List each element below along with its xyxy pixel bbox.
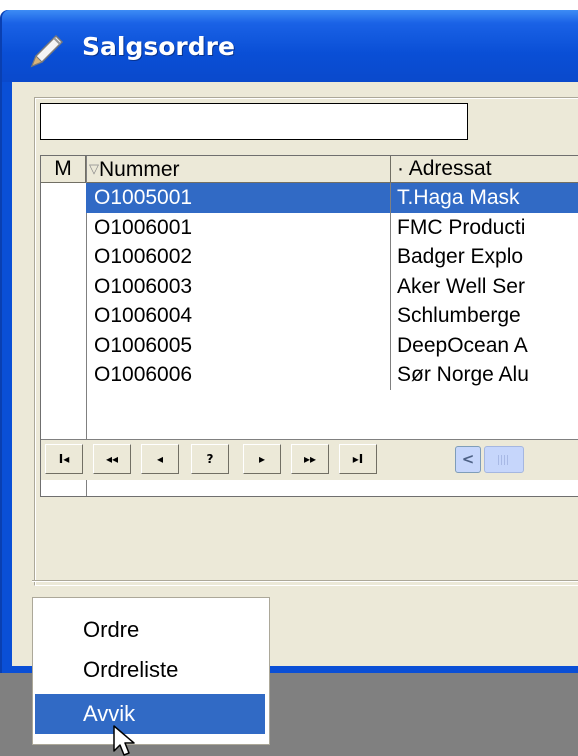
grid-header: M ▽Nummer · Adressat <box>41 156 578 183</box>
cell-adressat: Aker Well Ser <box>397 274 525 298</box>
nav-last-button[interactable]: ▸I <box>339 444 377 474</box>
cell-nummer: O1006005 <box>86 330 391 360</box>
cell-nummer: O1006006 <box>86 360 391 390</box>
cell-adressat: Schlumberge <box>397 304 521 327</box>
pencil-icon <box>30 34 64 68</box>
sort-descending-icon: ▽ <box>89 161 99 176</box>
cell-nummer: O1006003 <box>86 271 391 301</box>
nav-prev-page-button[interactable]: ◂◂ <box>93 444 131 474</box>
table-row[interactable]: O1006004 Schlumberge <box>41 301 578 331</box>
column-header-m[interactable]: M <box>41 156 86 182</box>
column-header-m-label: M <box>54 157 72 180</box>
grip-icon <box>498 455 510 465</box>
nav-next-page-button[interactable]: ▸▸ <box>291 444 329 474</box>
column-header-adressat-prefix: · <box>397 157 404 180</box>
search-input[interactable] <box>40 103 468 140</box>
nav-prev-button[interactable]: ◂ <box>141 444 179 474</box>
table-row[interactable]: O1006006 Sør Norge Alu <box>41 360 578 390</box>
cell-adressat: DeepOcean A <box>397 333 528 357</box>
cell-nummer: O1005001 <box>86 183 391 213</box>
cell-adressat: Sør Norge Alu <box>397 363 529 386</box>
record-navigator: I◂ ◂◂ ◂ ? ▸ ▸▸ ▸I < <box>41 439 578 480</box>
scroll-left-button[interactable]: < <box>455 446 481 473</box>
nav-find-button[interactable]: ? <box>191 444 229 474</box>
title-bar[interactable]: Salgsordre <box>2 10 578 82</box>
table-row[interactable]: O1006001 FMC Producti <box>41 212 578 242</box>
table-row[interactable]: O1006002 Badger Explo <box>41 242 578 272</box>
cell-adressat: FMC Producti <box>397 215 526 239</box>
context-menu: Ordre Ordreliste Avvik <box>32 597 270 745</box>
column-header-adressat[interactable]: · Adressat <box>391 156 578 182</box>
cell-adressat: T.Haga Mask <box>391 183 578 213</box>
menu-item-avvik[interactable]: Avvik <box>35 694 265 734</box>
nav-first-button[interactable]: I◂ <box>45 444 83 474</box>
cell-nummer: O1006002 <box>86 242 391 272</box>
orders-grid[interactable]: M ▽Nummer · Adressat O1005001 T.Haga Mas… <box>40 155 578 497</box>
mouse-pointer-icon <box>113 725 135 756</box>
column-header-adressat-label: Adressat <box>408 157 492 180</box>
grid-rows: O1005001 T.Haga Mask O1006001 FMC Produc… <box>41 183 578 390</box>
column-header-nummer-label: Nummer <box>99 158 180 181</box>
table-row[interactable]: O1006005 DeepOcean A <box>41 330 578 360</box>
column-header-nummer[interactable]: ▽Nummer <box>86 156 391 182</box>
cell-nummer: O1006004 <box>86 301 391 331</box>
horizontal-scroll-thumb[interactable] <box>484 446 524 473</box>
window-title: Salgsordre <box>82 32 235 61</box>
table-row[interactable]: O1005001 T.Haga Mask <box>41 183 578 213</box>
table-row[interactable]: O1006003 Aker Well Ser <box>41 271 578 301</box>
bottom-separator <box>32 580 578 582</box>
menu-item-ordreliste[interactable]: Ordreliste <box>35 650 265 690</box>
nav-next-button[interactable]: ▸ <box>243 444 281 474</box>
menu-item-ordre[interactable]: Ordre <box>35 610 265 650</box>
cell-nummer: O1006001 <box>86 212 391 242</box>
cell-adressat: Badger Explo <box>397 245 524 268</box>
